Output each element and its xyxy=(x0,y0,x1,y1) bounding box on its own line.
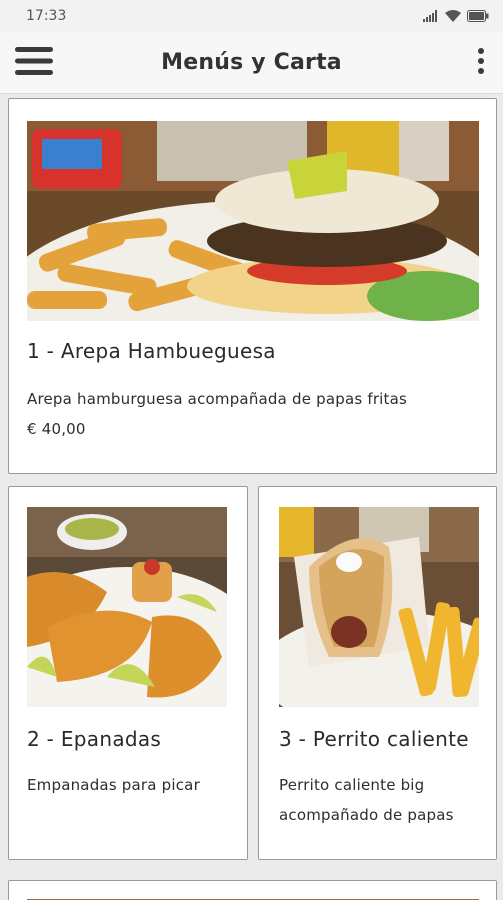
menu-item-description: Empanadas para picar xyxy=(27,776,200,794)
empanadas-image xyxy=(27,507,227,707)
menu-item-price: € 40,00 xyxy=(27,420,86,438)
arepa-burger-image xyxy=(27,121,479,321)
status-icons xyxy=(423,10,489,22)
wifi-icon xyxy=(445,10,461,22)
menu-item-title: 1 - Arepa Hambueguesa xyxy=(27,339,276,363)
signal-icon xyxy=(423,10,439,22)
menu-item-card[interactable] xyxy=(8,880,497,900)
menu-item-title: 3 - Perrito caliente xyxy=(279,727,469,751)
app-bar: Menús y Carta xyxy=(0,32,503,94)
menu-item-card[interactable]: 3 - Perrito caliente Perrito caliente bi… xyxy=(258,486,497,860)
more-options-button[interactable] xyxy=(467,44,495,82)
more-vertical-icon xyxy=(477,47,485,79)
battery-icon xyxy=(467,10,489,22)
status-bar: 17:33 xyxy=(0,0,503,32)
menu-item-description: Perrito caliente big acompañado de papas… xyxy=(279,776,454,824)
menu-item-title: 2 - Epanadas xyxy=(27,727,162,751)
page-title: Menús y Carta xyxy=(161,50,342,75)
menu-item-description: Arepa hamburguesa acompañada de papas fr… xyxy=(27,390,408,408)
hot-dog-image xyxy=(279,507,479,707)
status-time: 17:33 xyxy=(26,8,67,24)
menu-item-card[interactable]: 1 - Arepa Hambueguesa Arepa hamburguesa … xyxy=(8,98,497,474)
menu-item-card[interactable]: 2 - Epanadas Empanadas para picar xyxy=(8,486,248,860)
